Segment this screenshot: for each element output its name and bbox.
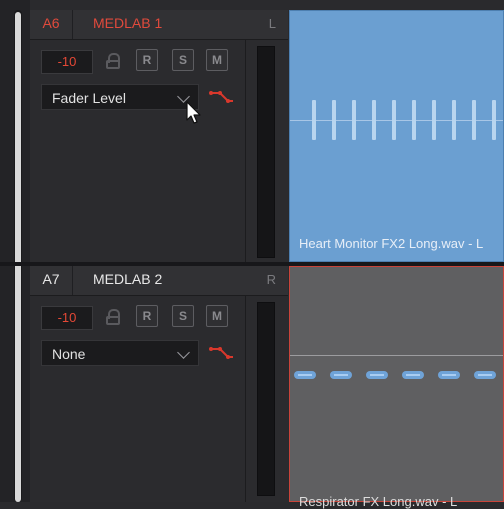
waveform-segment	[402, 371, 424, 379]
waveform-spike	[352, 100, 356, 140]
track-a7-mute-button[interactable]: M	[206, 305, 228, 327]
waveform-spike	[472, 100, 476, 140]
waveform-spike	[432, 100, 436, 140]
track-a7-record-button[interactable]: R	[136, 305, 158, 327]
volume-automation-line[interactable]	[290, 355, 503, 356]
waveform-segment	[474, 371, 496, 379]
lock-icon[interactable]	[106, 53, 120, 69]
track-a7-automation-value: None	[52, 346, 86, 362]
track-a6-volume-field[interactable]: -10	[41, 50, 93, 74]
track-a7-channel-indicator: R	[266, 272, 276, 287]
waveform-spike	[372, 100, 376, 140]
track-a6-record-button[interactable]: R	[136, 49, 158, 71]
track-a7-title-bar[interactable]: A7 MEDLAB 2 R	[30, 266, 288, 296]
waveform-spike	[312, 100, 316, 140]
track-a6-channel-indicator: L	[268, 16, 276, 31]
track-a6-mute-button[interactable]: M	[206, 49, 228, 71]
track-a7-controls: -10 R S M None	[30, 296, 246, 502]
waveform-spike	[492, 100, 496, 140]
waveform-segment	[438, 371, 460, 379]
chevron-down-icon	[177, 346, 190, 359]
track-a7-level-meter	[257, 302, 275, 496]
mouse-cursor-icon	[186, 101, 201, 124]
track-a7-number: A7	[30, 266, 73, 295]
track-a6-name[interactable]: MEDLAB 1	[93, 10, 162, 39]
track-a6-level-meter	[257, 46, 275, 258]
track-a7-volume-field[interactable]: -10	[41, 306, 93, 330]
audio-clip-respirator[interactable]: Respirator FX Long.wav - L	[289, 266, 504, 509]
lock-icon[interactable]	[106, 309, 120, 325]
track-a6-automation-dropdown[interactable]: Fader Level	[41, 84, 199, 110]
vertical-scrollbar-thumb[interactable]	[15, 12, 21, 502]
track-a6-automation-value: Fader Level	[52, 90, 126, 106]
track-a7-name[interactable]: MEDLAB 2	[93, 266, 162, 295]
waveform-segment	[330, 371, 352, 379]
waveform-spike	[392, 100, 396, 140]
track-a6-solo-button[interactable]: S	[172, 49, 194, 71]
waveform-segment	[366, 371, 388, 379]
waveform-spike	[412, 100, 416, 140]
waveform-spike	[452, 100, 456, 140]
audio-clip-heart-monitor[interactable]: Heart Monitor FX2 Long.wav - L	[289, 10, 504, 262]
track-a7-solo-button[interactable]: S	[172, 305, 194, 327]
track-a6-title-bar[interactable]: A6 MEDLAB 1 L	[30, 10, 288, 40]
track-a7-automation-dropdown[interactable]: None	[41, 340, 199, 366]
track-a7-meter-column	[246, 296, 288, 502]
track-a6-meter-column	[246, 40, 288, 264]
automation-curve-icon[interactable]	[208, 345, 234, 361]
track-a6-number: A6	[30, 10, 73, 39]
waveform-spike	[332, 100, 336, 140]
waveform-segment	[294, 371, 316, 379]
clip-name-label: Heart Monitor FX2 Long.wav - L	[299, 236, 484, 251]
track-a7-header: A7 MEDLAB 2 R -10 R S M None	[30, 266, 288, 502]
track-a6-controls: -10 R S M Fader Level	[30, 40, 246, 264]
automation-curve-icon[interactable]	[208, 89, 234, 105]
track-a6-header: A6 MEDLAB 1 L -10 R S M Fader Level	[30, 10, 288, 264]
